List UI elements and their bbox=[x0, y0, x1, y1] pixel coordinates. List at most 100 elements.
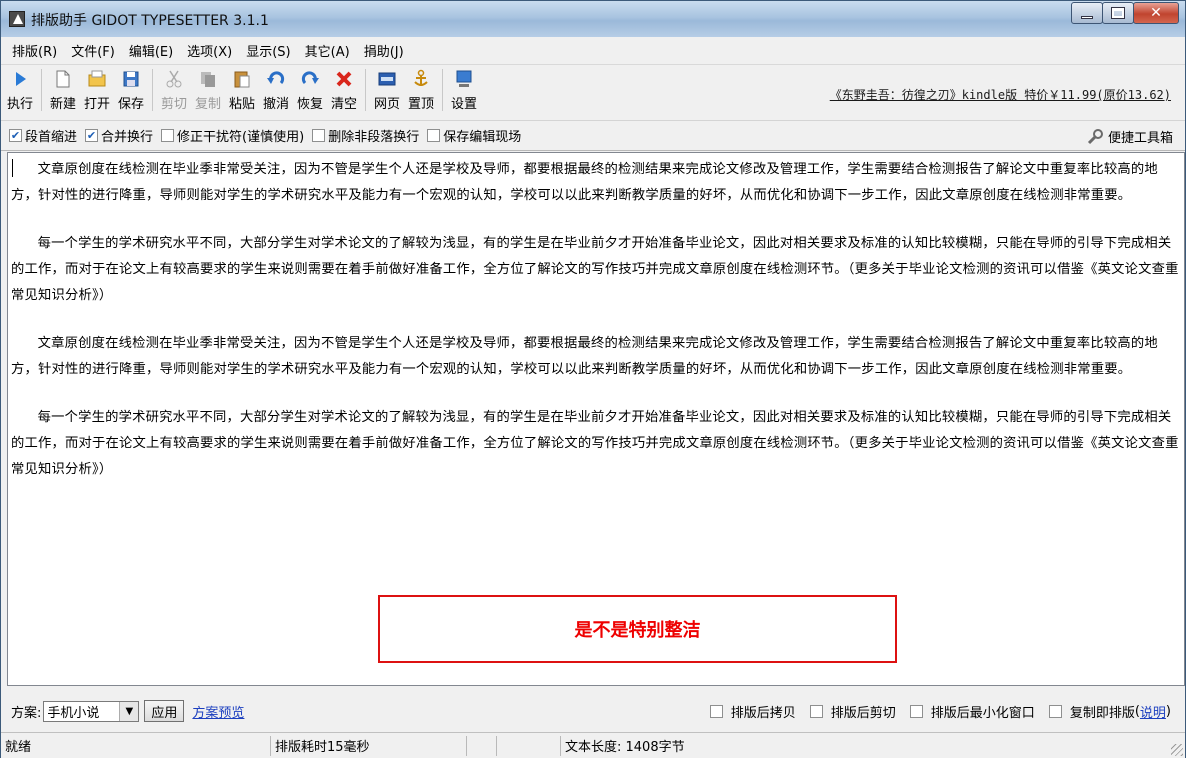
window-controls: ✕ bbox=[1071, 2, 1179, 24]
option-save-session[interactable]: 保存编辑现场 bbox=[427, 126, 521, 145]
toolbar-separator bbox=[41, 69, 42, 111]
option-minimize-after[interactable]: 排版后最小化窗口 bbox=[909, 702, 1035, 721]
clear-button[interactable]: 清空 bbox=[327, 69, 361, 112]
settings-button[interactable]: 设置 bbox=[447, 69, 481, 112]
pin-top-button[interactable]: 置顶 bbox=[404, 69, 438, 112]
minimize-icon bbox=[1081, 15, 1093, 19]
checkbox-delete-breaks[interactable] bbox=[312, 129, 326, 142]
window-title: 排版助手 GIDOT TYPESETTER 3.1.1 bbox=[31, 13, 269, 29]
undo-button[interactable]: 撤消 bbox=[259, 69, 293, 112]
webpage-button[interactable]: 网页 bbox=[370, 69, 404, 112]
webpage-label: 网页 bbox=[373, 97, 400, 112]
text-editor[interactable]: 文章原创度在线检测在毕业季非常受关注，因为不管是学生个人还是学校及导师，都要根据… bbox=[7, 152, 1185, 686]
monitor-settings-icon bbox=[456, 70, 472, 87]
save-button[interactable]: 保存 bbox=[114, 69, 148, 112]
post-typeset-options: 排版后拷贝 排版后剪切 排版后最小化窗口 复制即排版(说明) bbox=[696, 702, 1171, 721]
app-window: 排版助手 GIDOT TYPESETTER 3.1.1 ✕ 排版(R) 文件(F… bbox=[0, 0, 1186, 758]
checkbox-copy-after[interactable] bbox=[709, 705, 723, 718]
redo-button[interactable]: 恢复 bbox=[293, 69, 327, 112]
menu-edit[interactable]: 编辑(E) bbox=[122, 41, 180, 60]
open-button[interactable]: 打开 bbox=[80, 69, 114, 112]
toolbox-button[interactable]: 便捷工具箱 bbox=[1086, 127, 1173, 146]
toolbar-separator bbox=[442, 69, 443, 111]
option-copy-typeset-label: 复制即排版 bbox=[1069, 706, 1135, 721]
execute-button[interactable]: 执行 bbox=[3, 69, 37, 112]
title-bar[interactable]: 排版助手 GIDOT TYPESETTER 3.1.1 ✕ bbox=[1, 1, 1185, 37]
pin-top-icon bbox=[414, 69, 428, 86]
copy-label: 复制 bbox=[194, 97, 221, 112]
toolbar-separator bbox=[365, 69, 366, 111]
minimize-button[interactable] bbox=[1071, 2, 1103, 24]
status-state-text: 就绪 bbox=[5, 740, 32, 755]
checkbox-minimize-after[interactable] bbox=[909, 705, 923, 718]
menu-typeset[interactable]: 排版(R) bbox=[5, 41, 64, 60]
undo-icon bbox=[267, 71, 285, 85]
cut-button[interactable]: 剪切 bbox=[157, 69, 191, 112]
toolbar-separator bbox=[152, 69, 153, 111]
wrench-icon bbox=[1087, 128, 1103, 144]
option-save-session-label: 保存编辑现场 bbox=[443, 130, 522, 145]
menu-options[interactable]: 选项(X) bbox=[180, 41, 239, 60]
status-timing-text: 排版耗时15毫秒 bbox=[275, 740, 370, 755]
options-bar: ✔ 段首缩进 ✔ 合并换行 修正干扰符(谨慎使用) 删除非段落换行 保存编辑现场 便… bbox=[1, 121, 1185, 151]
chevron-down-icon[interactable]: ▼ bbox=[119, 701, 139, 721]
undo-label: 撤消 bbox=[262, 97, 289, 112]
checkbox-cut-after[interactable] bbox=[809, 705, 823, 718]
apply-label: 应用 bbox=[151, 705, 178, 721]
paragraph: 文章原创度在线检测在毕业季非常受关注，因为不管是学生个人还是学校及导师，都要根据… bbox=[11, 336, 1158, 377]
resize-grip-icon[interactable] bbox=[1171, 744, 1183, 756]
new-button[interactable]: 新建 bbox=[46, 69, 80, 112]
scheme-selected: 手机小说 bbox=[47, 705, 100, 721]
menu-donate[interactable]: 捐助(J) bbox=[357, 41, 411, 60]
copy-button[interactable]: 复制 bbox=[191, 69, 225, 112]
apply-button[interactable]: 应用 bbox=[144, 700, 185, 722]
toolbox-label: 便捷工具箱 bbox=[1107, 131, 1173, 146]
option-copy-typeset[interactable]: 复制即排版(说明) bbox=[1048, 702, 1171, 721]
option-merge-lines-label: 合并换行 bbox=[101, 130, 154, 145]
option-indent[interactable]: ✔ 段首缩进 bbox=[9, 126, 77, 145]
option-delete-breaks[interactable]: 删除非段落换行 bbox=[312, 126, 419, 145]
maximize-button[interactable] bbox=[1102, 2, 1134, 24]
promo-link[interactable]: 《东野圭吾：彷徨之刃》kindle版 特价￥11.99(原价13.62) bbox=[830, 86, 1171, 103]
menu-view[interactable]: 显示(S) bbox=[239, 41, 297, 60]
save-icon bbox=[123, 71, 139, 87]
app-logo-icon bbox=[9, 11, 25, 27]
option-copy-after[interactable]: 排版后拷贝 bbox=[709, 702, 796, 721]
status-length-text: 文本长度: 1408字节 bbox=[565, 740, 685, 755]
scissors-icon bbox=[166, 70, 182, 88]
redo-label: 恢复 bbox=[296, 97, 323, 112]
execute-label: 执行 bbox=[6, 97, 33, 112]
checkbox-fix-interference[interactable] bbox=[161, 129, 175, 142]
option-merge-lines[interactable]: ✔ 合并换行 bbox=[85, 126, 153, 145]
paragraph: 文章原创度在线检测在毕业季非常受关注，因为不管是学生个人还是学校及导师，都要根据… bbox=[11, 162, 1158, 203]
help-link[interactable]: 说明 bbox=[1140, 702, 1166, 721]
option-minimize-after-label: 排版后最小化窗口 bbox=[930, 706, 1035, 721]
status-bar: 就绪 排版耗时15毫秒 文本长度: 1408字节 bbox=[1, 732, 1185, 758]
status-length: 文本长度: 1408字节 bbox=[561, 736, 861, 756]
scheme-select[interactable]: 手机小说 ▼ bbox=[43, 700, 140, 722]
status-timing: 排版耗时15毫秒 bbox=[271, 735, 467, 756]
html-icon bbox=[378, 72, 396, 86]
close-button[interactable]: ✕ bbox=[1133, 2, 1179, 24]
menu-file[interactable]: 文件(F) bbox=[64, 41, 122, 60]
scheme-preview-link[interactable]: 方案预览 bbox=[192, 702, 244, 721]
checkbox-copy-typeset[interactable] bbox=[1048, 705, 1062, 718]
menu-bar: 排版(R) 文件(F) 编辑(E) 选项(X) 显示(S) 其它(A) 捐助(J… bbox=[1, 37, 1185, 65]
new-label: 新建 bbox=[49, 97, 76, 112]
option-cut-after[interactable]: 排版后剪切 bbox=[809, 702, 896, 721]
checkbox-merge-lines[interactable]: ✔ bbox=[85, 129, 99, 142]
copy-icon bbox=[201, 72, 215, 87]
paste-icon bbox=[234, 71, 250, 88]
option-fix-interference[interactable]: 修正干扰符(谨慎使用) bbox=[161, 126, 304, 145]
redo-icon bbox=[301, 71, 319, 85]
maximize-icon bbox=[1111, 7, 1125, 19]
menu-other[interactable]: 其它(A) bbox=[298, 41, 357, 60]
paste-button[interactable]: 粘贴 bbox=[225, 69, 259, 112]
toolbar: 执行 新建 打开 保存 剪切 复制 粘贴 撤消 恢复 清空 网页 置顶 设置 《… bbox=[1, 65, 1185, 121]
new-file-icon bbox=[56, 70, 70, 88]
option-copy-after-label: 排版后拷贝 bbox=[730, 706, 796, 721]
paragraph: 每一个学生的学术研究水平不同，大部分学生对学术论文的了解较为浅显，有的学生是在毕… bbox=[11, 410, 1179, 477]
help-paren-close: ) bbox=[1165, 704, 1171, 719]
checkbox-indent[interactable]: ✔ bbox=[9, 129, 22, 142]
checkbox-save-session[interactable] bbox=[427, 129, 441, 142]
